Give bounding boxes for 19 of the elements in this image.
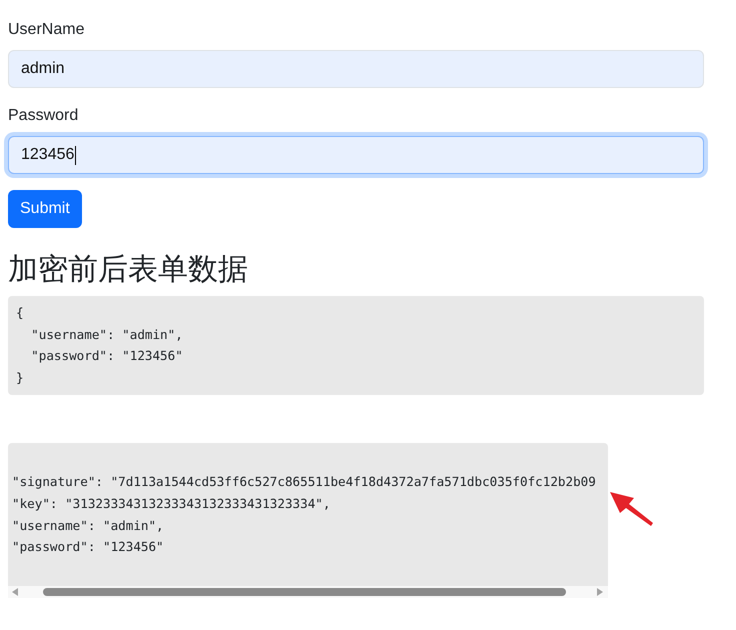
code-line: "password": "123456": [12, 538, 164, 556]
field-label: Password: [8, 106, 78, 126]
text-cursor-icon: [75, 146, 76, 164]
code-line: {: [16, 304, 24, 322]
code-line: }: [16, 368, 24, 387]
submit-button[interactable]: Submit: [8, 190, 82, 228]
code-line: "username": "admin",: [30, 326, 183, 344]
horizontal-scrollbar[interactable]: [8, 586, 608, 598]
section-heading: 加密前后表单数据: [8, 252, 248, 288]
input-field[interactable]: 123456: [8, 136, 704, 174]
code-line: "username": "admin",: [12, 516, 164, 535]
code-line: "password": "123456": [30, 347, 183, 366]
field-label: UserName: [8, 20, 84, 40]
code-line: "key": "31323334313233343132333431323334",: [12, 494, 330, 513]
scrollbar-thumb[interactable]: [43, 588, 566, 596]
code-line: "signature": "7d113a1544cd53ff6c527c865511be4f18d4372a7fa571dbc035f0fc12b2b09: [12, 473, 596, 492]
scroll-left-arrow-icon[interactable]: [12, 588, 18, 596]
scroll-right-arrow-icon[interactable]: [597, 588, 603, 596]
input-field[interactable]: admin: [8, 50, 704, 88]
